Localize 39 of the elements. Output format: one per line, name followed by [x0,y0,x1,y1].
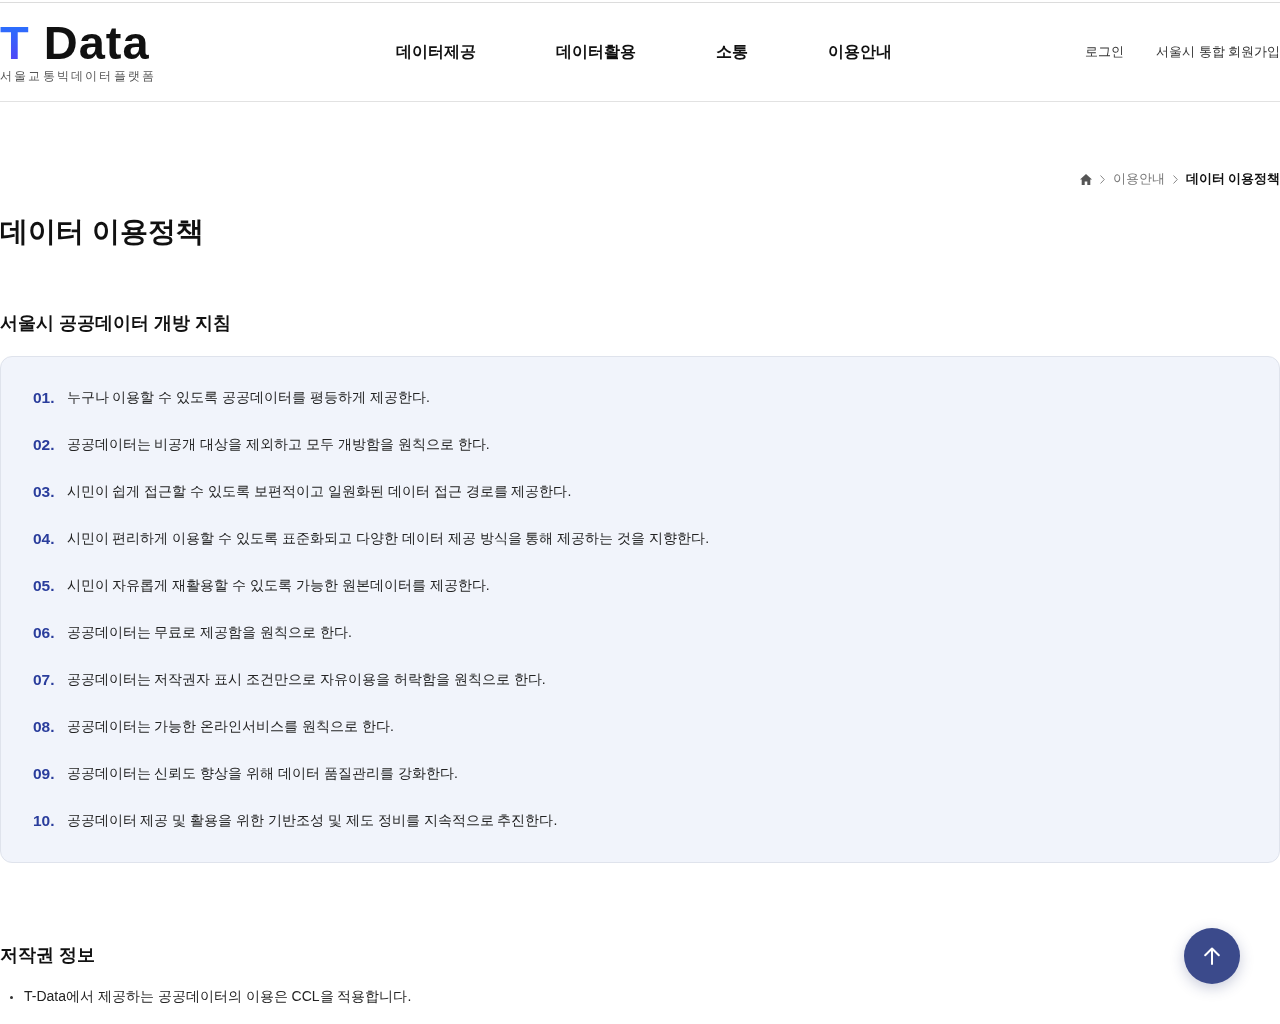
page-title: 데이터 이용정책 [0,215,204,249]
breadcrumb-link[interactable]: 이용안내 [1112,170,1165,188]
list-number: 04. [33,530,55,548]
guideline-text: 공공데이터는 비공개 대상을 제외하고 모두 개방함을 원칙으로 한다. [66,436,490,454]
guideline-text: 공공데이터는 저작권자 표시 조건만으로 자유이용을 허락함을 원칙으로 한다. [66,671,546,689]
guideline-text: 공공데이터는 신뢰도 향상을 위해 데이터 품질관리를 강화한다. [66,765,458,783]
list-number: 08. [33,718,55,736]
list-number: 05. [33,577,55,595]
logo-link[interactable]: T Data 서울교통빅데이터플랫폼 [0,22,160,84]
guideline-text: 공공데이터는 가능한 온라인서비스를 원칙으로 한다. [66,718,394,736]
arrow-up-icon [1204,947,1220,965]
list-number: 07. [33,671,55,689]
guideline-text: 시민이 편리하게 이용할 수 있도록 표준화되고 다양한 데이터 제공 방식을 통해 제공하는 것을 지향한다. [66,530,710,548]
chevron-right-icon [1099,174,1105,184]
section-heading: 저작권 정보 [0,944,95,967]
section-heading: 서울시 공공데이터 개방 지침 [0,312,231,335]
guideline-text: 누구나 이용할 수 있도록 공공데이터를 평등하게 제공한다. [66,389,430,407]
guideline-text: 공공데이터는 무료로 제공함을 원칙으로 한다. [66,624,352,642]
nav-menu-item[interactable]: 데이터제공 [396,41,476,63]
bullet-dot-icon [10,995,13,999]
guideline-text: 시민이 쉽게 접근할 수 있도록 보편적이고 일원화된 데이터 접근 경로를 제공한다. [66,483,572,501]
nav-menu-item[interactable]: 이용안내 [828,41,892,63]
header-link[interactable]: 서울시 통합 회원가입 [1156,43,1280,61]
nav-menu-item[interactable]: 소통 [716,41,748,63]
home-icon[interactable] [1079,173,1092,185]
list-number: 01. [33,389,55,407]
guideline-text: 시민이 자유롭게 재활용할 수 있도록 가능한 원본데이터를 제공한다. [66,577,490,595]
list-number: 06. [33,624,55,642]
list-number: 02. [33,436,55,454]
list-number: 10. [33,812,55,830]
header-link[interactable]: 로그인 [1085,43,1125,61]
scroll-to-top-button[interactable] [1184,928,1240,984]
breadcrumb-link[interactable]: 데이터 이용정책 [1185,170,1280,188]
chevron-right-icon [1172,174,1178,184]
nav-menu-item[interactable]: 데이터활용 [556,41,636,63]
list-number: 09. [33,765,55,783]
list-number: 03. [33,483,55,501]
guideline-text: 공공데이터 제공 및 활용을 위한 기반조성 및 제도 정비를 지속적으로 추진한다. [66,812,558,830]
copyright-text: T-Data에서 제공하는 공공데이터의 이용은 CCL을 적용합니다. [24,988,412,1006]
